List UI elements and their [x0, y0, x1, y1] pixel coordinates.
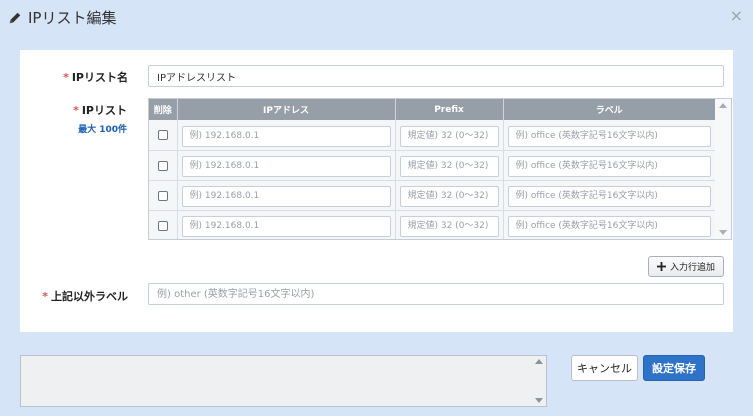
- scroll-up-arrow-icon[interactable]: [535, 359, 543, 364]
- ip-list-table: 削除 IPアドレス Prefix ラベル: [148, 98, 732, 240]
- pencil-icon: [9, 12, 21, 23]
- table-scrollbar[interactable]: [715, 99, 731, 239]
- col-header-prefix: Prefix: [395, 99, 504, 120]
- col-header-label: ラベル: [503, 99, 716, 120]
- table-row: [149, 210, 716, 239]
- delete-checkbox[interactable]: [157, 190, 168, 201]
- required-mark: *: [73, 104, 79, 117]
- required-mark: *: [42, 290, 48, 303]
- add-row-label: 入力行追加: [669, 263, 715, 273]
- ip-address-input[interactable]: [181, 125, 391, 147]
- ip-address-input[interactable]: [181, 155, 391, 177]
- ip-list-name-label: * IPリスト名: [63, 71, 128, 84]
- table-row: [149, 180, 716, 211]
- ip-list-name-input[interactable]: [148, 65, 724, 87]
- label-input[interactable]: [507, 125, 711, 147]
- dialog-title-text: IPリスト編集: [28, 9, 117, 27]
- delete-checkbox[interactable]: [157, 160, 168, 171]
- plus-icon: [656, 262, 666, 271]
- ip-address-input[interactable]: [181, 185, 391, 207]
- scroll-down-arrow-icon[interactable]: [719, 230, 727, 235]
- close-icon[interactable]: ×: [730, 6, 743, 25]
- table-row: [149, 120, 716, 151]
- dialog-title: IPリスト編集: [8, 7, 116, 28]
- scroll-down-arrow-icon[interactable]: [535, 398, 543, 403]
- delete-checkbox[interactable]: [157, 220, 168, 231]
- delete-checkbox[interactable]: [157, 130, 168, 141]
- prefix-input[interactable]: [399, 215, 499, 237]
- label-input[interactable]: [507, 155, 711, 177]
- add-row-button[interactable]: 入力行追加: [647, 256, 724, 277]
- prefix-input[interactable]: [399, 125, 499, 147]
- label-input[interactable]: [507, 215, 711, 237]
- ip-list-label: * IPリスト 最大 100件: [50, 102, 127, 135]
- ip-address-input[interactable]: [181, 215, 391, 237]
- other-label-input[interactable]: [148, 283, 724, 305]
- prefix-input[interactable]: [399, 185, 499, 207]
- label-input[interactable]: [507, 185, 711, 207]
- save-settings-button[interactable]: 設定保存: [643, 355, 705, 381]
- form-panel: *IPリスト名 *IPリスト 最大 100件 削除 IPアドレス Prefix …: [20, 50, 733, 332]
- ip-list-max-note: 最大 100件: [78, 125, 127, 135]
- table-row: [149, 150, 716, 181]
- col-header-ip: IPアドレス: [177, 99, 396, 120]
- required-mark: *: [63, 71, 69, 84]
- prefix-input[interactable]: [399, 155, 499, 177]
- cancel-button[interactable]: キャンセル: [571, 355, 638, 381]
- message-area: [20, 355, 547, 407]
- col-header-delete: 削除: [149, 99, 178, 120]
- other-label-label: * 上記以外ラベル: [42, 290, 128, 303]
- scroll-up-arrow-icon[interactable]: [719, 103, 727, 108]
